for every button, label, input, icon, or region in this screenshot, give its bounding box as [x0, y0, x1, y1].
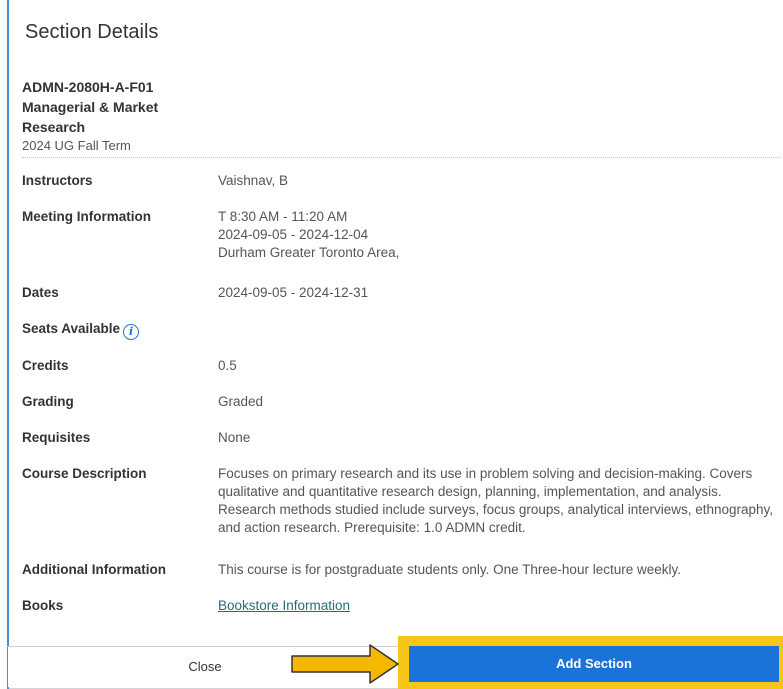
info-icon[interactable]: i [123, 324, 140, 340]
books-label: Books [22, 598, 64, 613]
course-term: 2024 UG Fall Term [22, 138, 131, 153]
seats-label-wrap: Seats Available i [22, 320, 212, 340]
add-section-button[interactable]: Add Section [409, 646, 779, 682]
meeting-location: Durham Greater Toronto Area, [218, 245, 400, 260]
requisites-label: Requisites [22, 430, 91, 445]
additional-label: Additional Information [22, 562, 166, 577]
credits-label: Credits [22, 358, 69, 373]
description-label: Course Description [22, 466, 147, 481]
meeting-label: Meeting Information [22, 209, 151, 224]
course-name-line2: Research [22, 119, 86, 135]
grading-label: Grading [22, 394, 74, 409]
bookstore-link[interactable]: Bookstore Information [218, 598, 350, 613]
dates-value: 2024-09-05 - 2024-12-31 [218, 285, 369, 300]
course-code: ADMN-2080H-A-F01 [22, 79, 154, 95]
meeting-value: T 8:30 AM - 11:20 AM 2024-09-05 - 2024-1… [218, 208, 780, 262]
course-name-line1: Managerial & Market [22, 99, 159, 115]
credits-value: 0.5 [218, 358, 237, 373]
meeting-time: T 8:30 AM - 11:20 AM [218, 209, 348, 224]
dialog-title: Section Details [25, 21, 159, 43]
dialog-left-border [7, 0, 9, 689]
dates-label: Dates [22, 285, 59, 300]
meeting-dates: 2024-09-05 - 2024-12-04 [218, 227, 369, 242]
grading-value: Graded [218, 394, 264, 409]
course-header: ADMN-2080H-A-F01 Managerial & Market Res… [22, 77, 222, 155]
divider [22, 157, 780, 158]
additional-value: This course is for postgraduate students… [218, 562, 681, 577]
instructors-value: Vaishnav, B [218, 173, 289, 188]
arrow-right-icon [291, 644, 399, 684]
instructors-label: Instructors [22, 173, 93, 188]
requisites-value: None [218, 430, 251, 445]
description-value: Focuses on primary research and its use … [218, 466, 774, 535]
seats-label: Seats Available [22, 321, 121, 336]
